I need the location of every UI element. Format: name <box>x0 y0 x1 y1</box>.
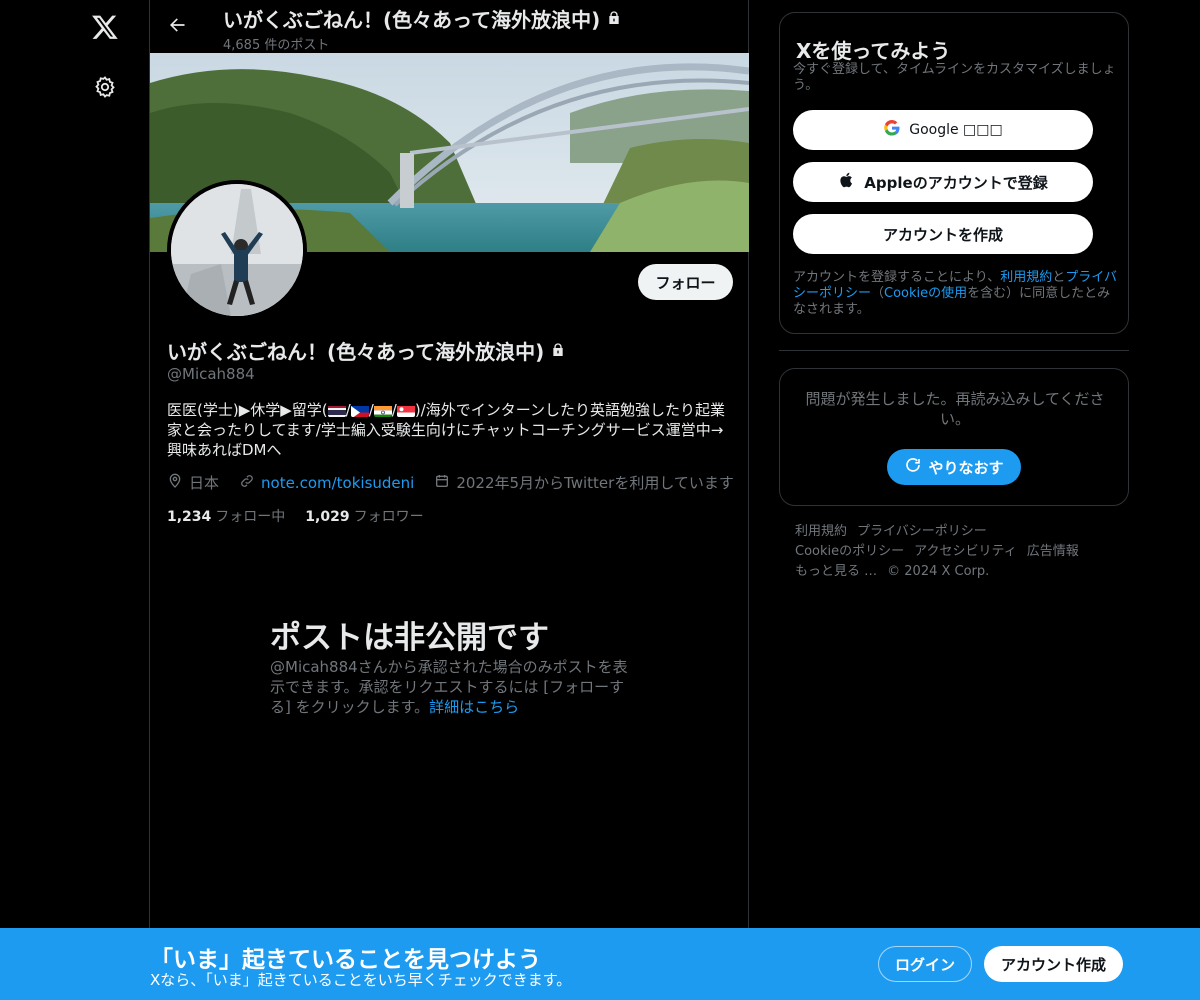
philippines-flag-icon <box>350 404 369 417</box>
profile-header: いがくぶごねん！(色々あって海外放浪中) 4,685 件のポスト <box>150 0 748 53</box>
footer-link[interactable]: Cookieのポリシー <box>795 544 904 559</box>
footer-link[interactable]: 広告情報 <box>1027 544 1079 559</box>
joined-date: 2022年5月からTwitterを利用しています <box>456 474 734 492</box>
profile-handle: @Micah884 <box>167 365 255 383</box>
footer-link[interactable]: プライバシーポリシー <box>857 524 987 539</box>
cookie-link[interactable]: Cookieの使用 <box>884 286 967 301</box>
location-text: 日本 <box>189 474 220 492</box>
left-nav <box>0 0 150 1000</box>
header-title: いがくぶごねん！(色々あって海外放浪中) <box>223 8 601 32</box>
profile-column: いがくぶごねん！(色々あって海外放浪中) 4,685 件のポスト フォロー いが… <box>149 0 749 1000</box>
error-card: 問題が発生しました。再読み込みしてください。 やりなおす <box>779 368 1129 506</box>
header-title-row: いがくぶごねん！(色々あって海外放浪中) <box>223 4 622 33</box>
terms-link[interactable]: 利用規約 <box>1000 270 1052 285</box>
google-signup-button[interactable]: Google □□□ <box>793 110 1093 150</box>
footer-link[interactable]: アクセシビリティ <box>914 544 1017 559</box>
gear-icon[interactable] <box>88 70 122 104</box>
footer-link[interactable]: 利用規約 <box>795 524 847 539</box>
error-message: 問題が発生しました。再読み込みしてください。 <box>805 390 1105 428</box>
link-icon <box>239 473 255 493</box>
login-button[interactable]: ログイン <box>878 946 972 982</box>
signup-legal-text: アカウントを登録することにより、利用規約とプライバシーポリシー（Cookieの使… <box>793 270 1118 317</box>
followers-stat[interactable]: 1,029 フォロワー <box>305 506 423 526</box>
learn-more-link[interactable]: 詳細はこちら <box>429 698 519 716</box>
google-signup-label: Google □□□ <box>909 122 1003 138</box>
following-stat[interactable]: 1,234 フォロー中 <box>167 506 285 526</box>
apple-icon <box>838 171 856 193</box>
copyright: © 2024 X Corp. <box>887 564 990 579</box>
avatar[interactable] <box>167 180 307 320</box>
calendar-icon <box>434 473 450 493</box>
bottom-bar-subtitle: Xなら、「いま」起きていることをいち早くチェックできます。 <box>150 971 572 989</box>
apple-signup-button[interactable]: Appleのアカウントで登録 <box>793 162 1093 202</box>
google-icon <box>883 119 901 141</box>
profile-bio: 医医(学士)▶休学▶留学(/ / /)/海外でインターンしたり英語勉強したり起業家と… <box>167 401 725 459</box>
singapore-flag-icon <box>396 404 415 417</box>
sidebar-divider <box>779 350 1129 351</box>
bio-text-1: 医医(学士)▶休学▶留学( <box>167 401 328 419</box>
follow-stats: 1,234 フォロー中 1,029 フォロワー <box>167 506 424 526</box>
follow-button[interactable]: フォロー <box>638 264 733 300</box>
website-link[interactable]: note.com/tokisudeni <box>261 474 414 492</box>
signup-subtitle: 今すぐ登録して、タイムラインをカスタマイズしましょう。 <box>793 62 1116 93</box>
back-arrow-icon[interactable] <box>164 12 190 38</box>
signup-card: Xを使ってみよう 今すぐ登録して、タイムラインをカスタマイズしましょう。 Goo… <box>779 12 1129 334</box>
location-icon <box>167 473 183 493</box>
bottom-signup-bar: 「いま」起きていることを見つけよう Xなら、「いま」起きていることをいち早くチェ… <box>0 928 1200 1000</box>
retry-button[interactable]: やりなおす <box>887 449 1021 485</box>
thailand-flag-icon <box>327 404 346 417</box>
profile-meta: 日本 note.com/tokisudeni 2022年5月からTwitterを… <box>167 472 734 493</box>
signup-button[interactable]: アカウント作成 <box>984 946 1123 982</box>
lock-icon <box>606 7 622 31</box>
profile-name-row: いがくぶごねん！(色々あって海外放浪中) <box>167 336 566 365</box>
sidebar-footer: 利用規約 プライバシーポリシー Cookieのポリシー アクセシビリティ 広告情報 も… <box>795 522 1125 582</box>
private-posts-body: @Micah884さんから承認された場合のみポストを表示できます。承認をリクエス… <box>270 658 628 716</box>
x-logo-icon[interactable] <box>88 10 122 44</box>
private-posts-title: ポストは非公開です <box>270 620 549 656</box>
india-flag-icon <box>373 404 392 417</box>
refresh-icon <box>904 456 922 478</box>
post-count: 4,685 件のポスト <box>223 38 330 53</box>
apple-signup-label: Appleのアカウントで登録 <box>864 173 1048 192</box>
lock-icon <box>550 339 566 363</box>
footer-more-link[interactable]: もっと見る … <box>795 564 877 579</box>
retry-label: やりなおす <box>928 458 1004 477</box>
profile-name: いがくぶごねん！(色々あって海外放浪中) <box>167 340 545 364</box>
create-account-button[interactable]: アカウントを作成 <box>793 214 1093 254</box>
signup-title: Xを使ってみよう <box>796 39 951 63</box>
